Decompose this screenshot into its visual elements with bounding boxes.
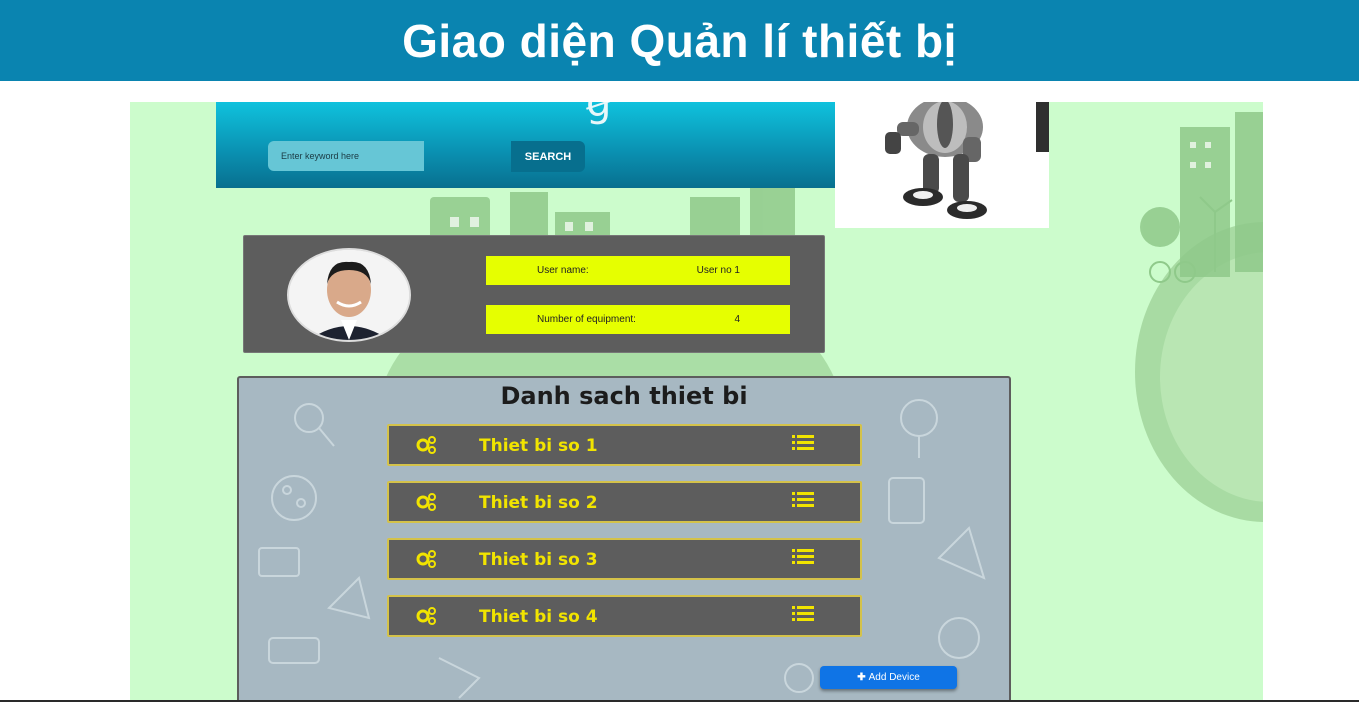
add-device-label: Add Device	[868, 672, 920, 683]
device-name: Thiet bi so 3	[479, 550, 598, 570]
gears-icon	[416, 607, 436, 625]
search-header: ꞡ SEARCH	[216, 102, 836, 188]
robot-panel-edge	[1036, 102, 1049, 152]
equipment-count-label: Number of equipment:	[537, 314, 636, 325]
bottom-divider	[0, 700, 1359, 704]
username-row: User name: User no 1	[486, 256, 790, 285]
list-icon[interactable]	[792, 606, 814, 622]
device-item[interactable]: Thiet bi so 4	[387, 595, 862, 637]
gears-icon	[416, 550, 436, 568]
search-button[interactable]: SEARCH	[511, 141, 585, 172]
device-name: Thiet bi so 2	[479, 493, 598, 513]
device-item[interactable]: Thiet bi so 1	[387, 424, 862, 466]
gears-icon	[416, 436, 436, 454]
list-icon[interactable]	[792, 435, 814, 451]
add-device-button[interactable]: ✚ Add Device	[820, 666, 957, 689]
device-name: Thiet bi so 1	[479, 436, 598, 456]
username-value: User no 1	[696, 265, 740, 276]
user-photo	[289, 250, 409, 340]
app-viewport: ꞡ SEARCH	[130, 102, 1263, 700]
equipment-count-row: Number of equipment: 4	[486, 305, 790, 334]
robot-figure	[885, 102, 987, 219]
avatar	[287, 248, 411, 342]
plus-icon: ✚	[857, 672, 866, 683]
user-profile-card: User name: User no 1 Number of equipment…	[243, 235, 825, 353]
robot-illustration	[835, 102, 1049, 228]
search-input[interactable]	[268, 141, 424, 171]
top-banner: Giao diện Quản lí thiết bị	[0, 0, 1359, 81]
equipment-count-value: 4	[734, 314, 740, 325]
gears-icon	[416, 493, 436, 511]
logo-fragment: ꞡ	[586, 102, 612, 125]
page-title: Giao diện Quản lí thiết bị	[402, 14, 957, 67]
username-label: User name:	[537, 265, 589, 276]
list-icon[interactable]	[792, 492, 814, 508]
device-item[interactable]: Thiet bi so 3	[387, 538, 862, 580]
device-item[interactable]: Thiet bi so 2	[387, 481, 862, 523]
device-list-title: Danh sach thiet bi	[500, 382, 748, 410]
device-name: Thiet bi so 4	[479, 607, 598, 627]
list-icon[interactable]	[792, 549, 814, 565]
device-list-panel: Danh sach thiet bi Thiet bi so 1 Thiet b…	[237, 376, 1011, 700]
